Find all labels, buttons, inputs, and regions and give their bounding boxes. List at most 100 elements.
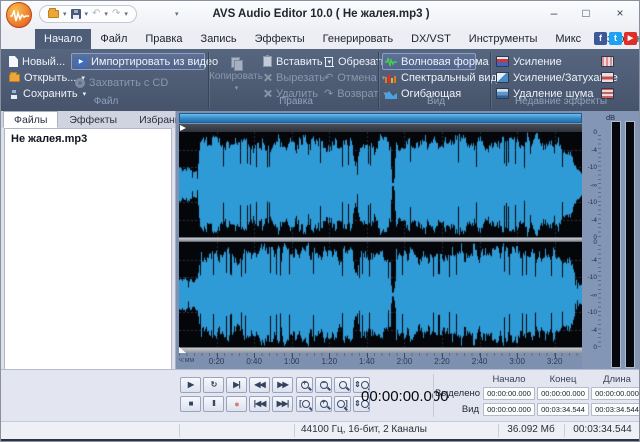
playhead-marker-icon[interactable] — [180, 125, 186, 131]
go-to-end-button[interactable]: ▶▶| — [272, 396, 293, 412]
db-scale-label: -∞ — [582, 182, 597, 189]
rewind-button[interactable]: ◀◀ — [249, 377, 270, 393]
zoom-selection-button[interactable]: + — [315, 396, 332, 412]
waveform-view-button[interactable]: Волновая форма — [385, 54, 489, 69]
copy-button[interactable]: Копировать ▾ — [214, 57, 258, 97]
selection-value-box: 00:00:00.000 — [591, 387, 640, 400]
divider — [179, 424, 180, 437]
db-scale-label: -4 — [582, 147, 597, 154]
zoom-modifier: ⇕ — [354, 380, 361, 389]
effect-extra-button-1[interactable] — [601, 54, 614, 69]
save-disk-icon — [9, 89, 19, 99]
selection-header-1: Конец — [537, 374, 589, 385]
ruler-label: 1:20 — [321, 357, 337, 366]
tab-home[interactable]: Начало — [35, 29, 91, 49]
waveform-icon — [385, 57, 397, 67]
loop-button[interactable]: ↻ — [203, 377, 224, 393]
level-meter-area: dB 0-4-10-∞-10-400-4-10-∞-10-40 — [582, 111, 640, 369]
import-from-video-button[interactable]: ▶ Импортировать из видео — [75, 54, 218, 69]
time-ruler[interactable]: ч:мм 0:200:401:001:201:402:002:202:403:0… — [179, 353, 582, 369]
zoom-in-button[interactable]: + — [296, 377, 313, 393]
spectral-icon — [385, 73, 397, 83]
file-list-item[interactable]: Не жалея.mp3 — [5, 129, 171, 149]
zoom-full-button[interactable] — [334, 377, 351, 393]
ruler-label: 0:40 — [246, 357, 262, 366]
capture-from-cd-button[interactable]: Захватить с CD — [75, 75, 168, 90]
selection-value-box: 00:00:00.000 — [483, 403, 535, 416]
selection-row-label: Вид — [435, 404, 479, 415]
tab-file[interactable]: Файл — [91, 29, 136, 49]
panel-tab-files[interactable]: Файлы — [3, 111, 58, 128]
zoom-selection-end-button[interactable]: ] — [334, 396, 351, 412]
copy-icon — [231, 57, 242, 69]
marker-strip-top[interactable] — [179, 124, 582, 132]
new-document-icon — [9, 56, 18, 67]
close-button[interactable]: × — [607, 5, 633, 23]
youtube-icon[interactable]: ▶ — [624, 32, 637, 45]
tab-effects[interactable]: Эффекты — [246, 29, 314, 49]
open-button[interactable]: Открыть... ▾ — [9, 70, 85, 85]
tab-tools[interactable]: Инструменты — [460, 29, 547, 49]
cd-icon — [75, 78, 85, 88]
db-scale-label: -10 — [582, 199, 597, 206]
db-scale-label: 0 — [582, 129, 597, 136]
zoom-selection-start-button[interactable]: [ — [296, 396, 313, 412]
maximize-button[interactable]: □ — [573, 5, 599, 23]
paste-icon — [263, 56, 272, 67]
amplify-effect-button[interactable]: Усиление — [496, 54, 562, 69]
tab-dxvst[interactable]: DX/VST — [402, 29, 460, 49]
selection-value-box: 00:00:00.000 — [537, 387, 589, 400]
open-folder-icon — [9, 74, 20, 82]
spectral-view-button[interactable]: Спектральный вид — [385, 70, 497, 85]
fade-effect-button[interactable]: Усиление/Затухание — [496, 70, 618, 85]
selection-header-2: Длина — [591, 374, 640, 385]
tab-record[interactable]: Запись — [192, 29, 246, 49]
effect-icon — [601, 56, 614, 67]
fade-icon — [496, 72, 509, 83]
zoom-modifier: + — [302, 377, 306, 391]
duration-status: 00:03:34.544 — [564, 424, 640, 435]
go-to-start-button[interactable]: |◀◀ — [249, 396, 270, 412]
twitter-icon[interactable]: t — [609, 32, 622, 45]
undo-icon: ↶ — [324, 71, 333, 84]
magnifier-icon: + — [320, 400, 328, 408]
db-scale-label: -4 — [582, 217, 597, 224]
ribbon-separator — [378, 52, 379, 108]
magnifier-icon: − — [320, 381, 328, 389]
selection-row-label: Выделено — [435, 388, 479, 399]
selection-header-0: Начало — [483, 374, 535, 385]
tab-mix[interactable]: Микс — [546, 29, 590, 49]
paste-button[interactable]: Вставить ▾ — [263, 54, 331, 69]
play-to-end-button[interactable]: ▶| — [226, 377, 247, 393]
tab-generate[interactable]: Генерировать — [314, 29, 402, 49]
stop-button[interactable]: ■ — [180, 396, 201, 412]
new-button[interactable]: Новый... — [9, 54, 65, 69]
ruler-label: 3:00 — [509, 357, 525, 366]
cut-button[interactable]: Вырезать — [263, 70, 325, 85]
db-scale-label: -4 — [582, 257, 597, 264]
magnifier-icon — [337, 400, 345, 408]
db-scale-label: -∞ — [582, 292, 597, 299]
effect-extra-button-2[interactable] — [601, 70, 614, 85]
undo-button[interactable]: ↶ Отмена ▾ — [324, 70, 385, 85]
pause-button[interactable]: II — [203, 396, 224, 412]
magnifier-icon — [302, 400, 310, 408]
overview-scrollbar[interactable] — [179, 113, 582, 123]
play-button[interactable]: ▶ — [180, 377, 201, 393]
record-button[interactable]: ● — [226, 396, 247, 412]
minimize-button[interactable]: – — [541, 5, 567, 23]
divider — [294, 424, 295, 437]
ribbon-separator — [490, 52, 491, 108]
facebook-icon[interactable]: f — [594, 32, 607, 45]
waveform-channel-right[interactable] — [179, 242, 582, 347]
waveform-channel-left[interactable] — [179, 132, 582, 237]
panel-tab-effects[interactable]: Эффекты — [58, 111, 128, 128]
fast-forward-button[interactable]: ▶▶ — [272, 377, 293, 393]
ribbon: Новый... Открыть... ▾ Сохранить ▾ ▶ Импо… — [1, 49, 640, 111]
tab-edit[interactable]: Правка — [136, 29, 191, 49]
zoom-out-button[interactable]: − — [315, 377, 332, 393]
ruler-minor-ticks — [179, 353, 582, 356]
copy-dropdown-icon[interactable]: ▾ — [235, 84, 239, 92]
selection-value-box: 00:00:00.000 — [483, 387, 535, 400]
app-logo-icon[interactable] — [6, 2, 32, 28]
